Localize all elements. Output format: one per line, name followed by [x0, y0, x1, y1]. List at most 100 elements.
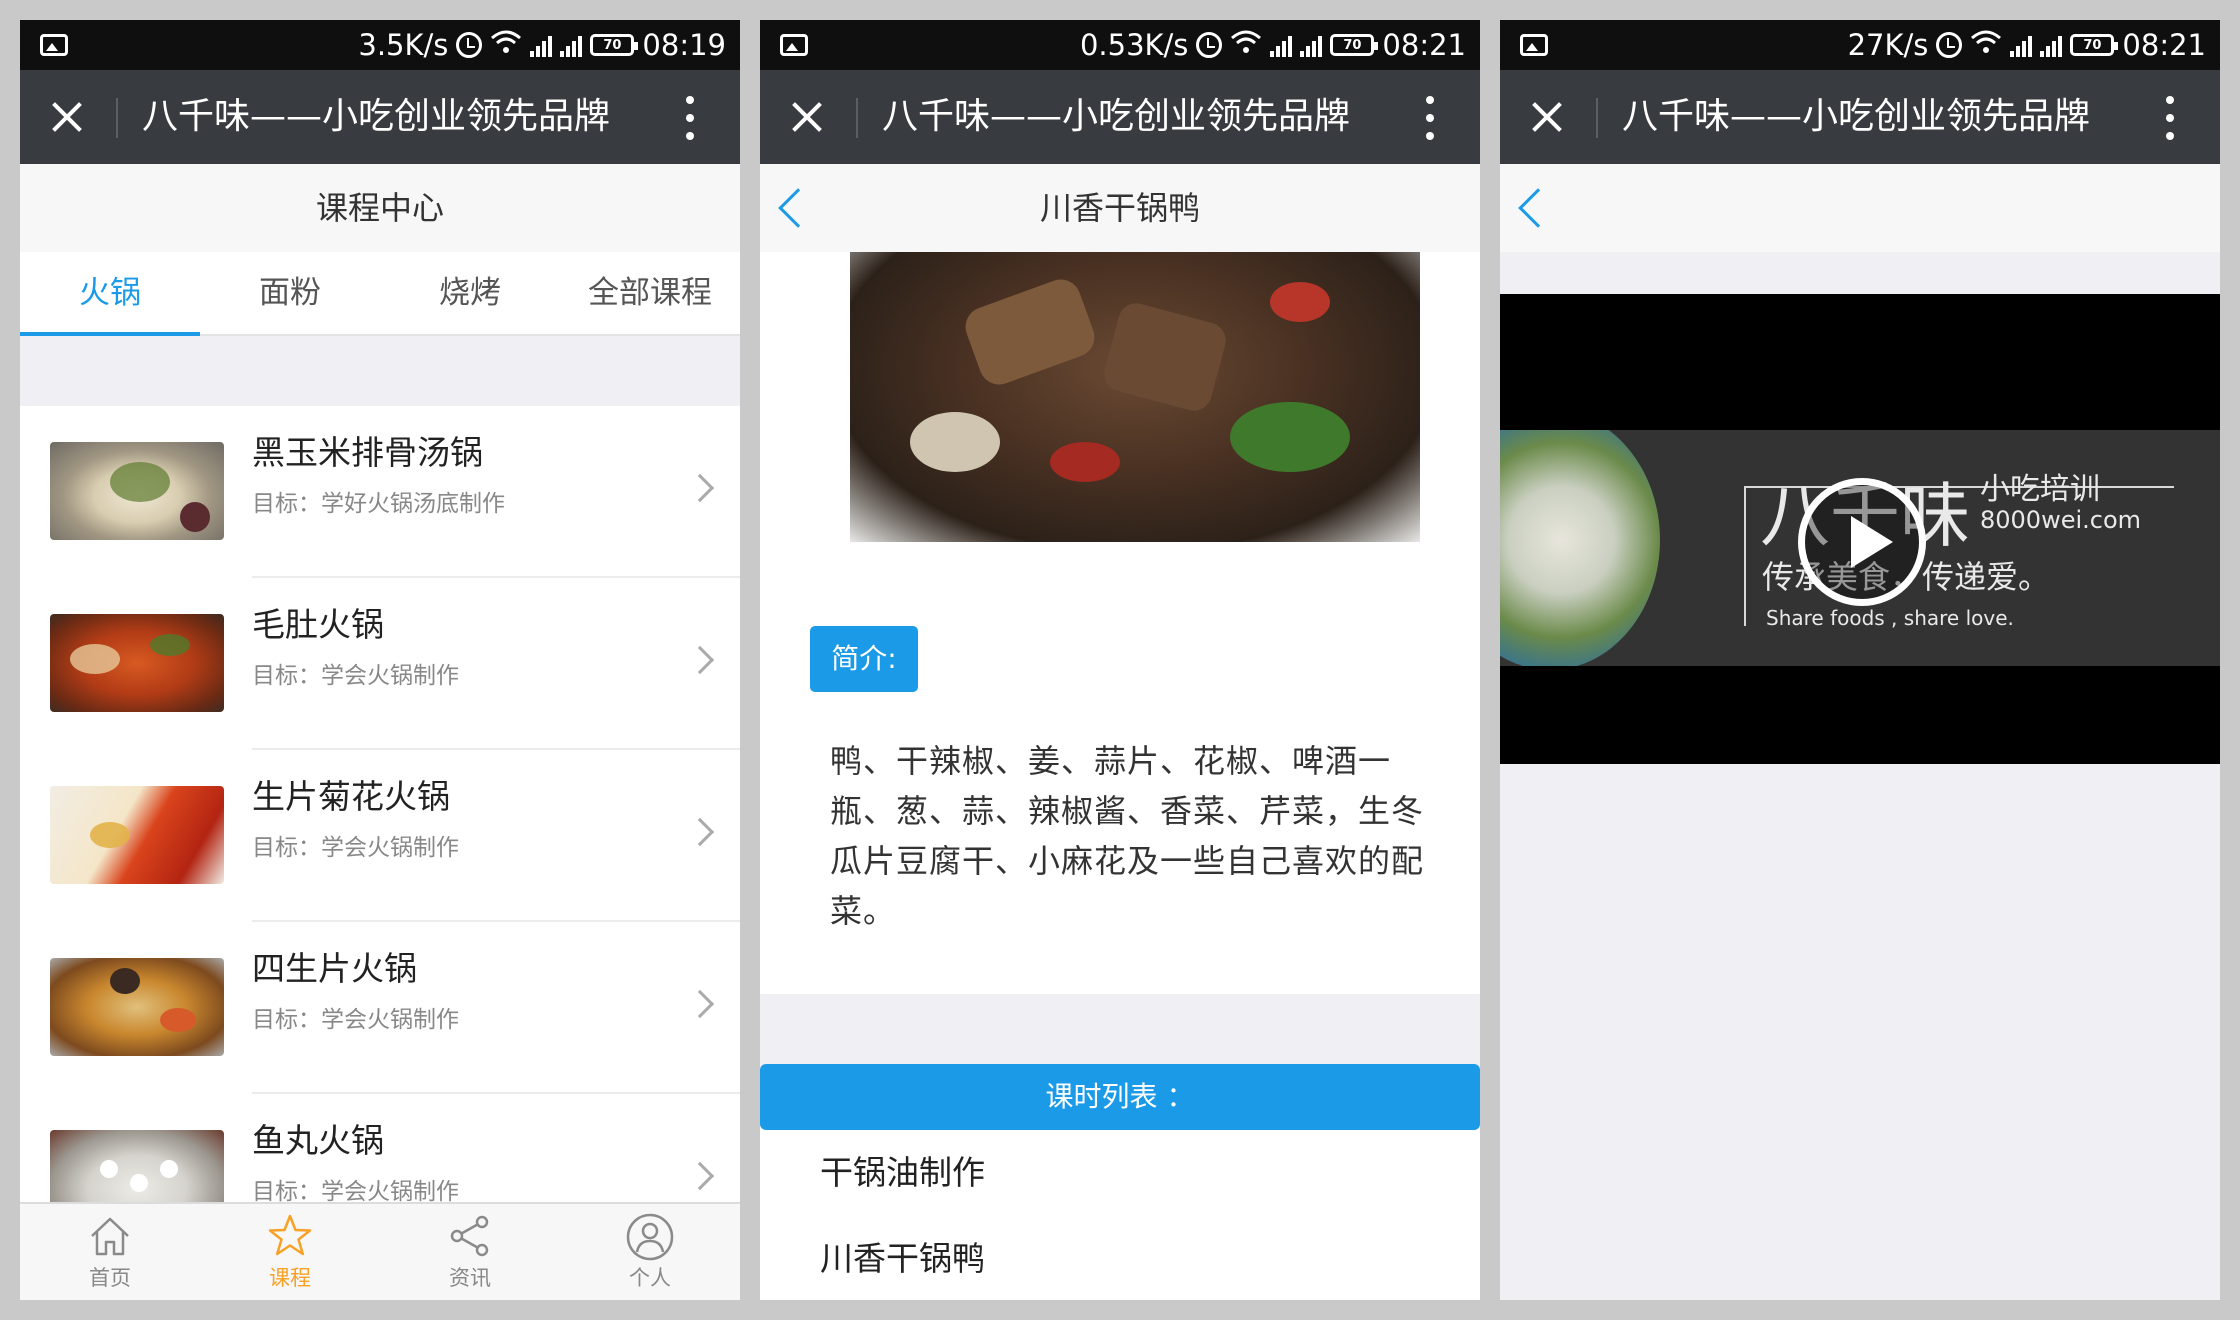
chevron-right-icon: [685, 473, 715, 503]
course-list: 黑玉米排骨汤锅 目标：学好火锅汤底制作 毛肚火锅 目标：学会火锅制作 生片菊花火…: [20, 406, 740, 1266]
close-icon[interactable]: [48, 98, 86, 136]
close-icon[interactable]: [788, 98, 826, 136]
course-thumbnail: [50, 958, 224, 1056]
bottom-navigation: 首页 课程 资讯 个人: [20, 1202, 740, 1300]
food-plate-image: [1500, 430, 1660, 666]
course-goal: 目标：学会火锅制作: [252, 835, 459, 861]
wifi-icon: [490, 28, 522, 62]
list-item[interactable]: 毛肚火锅 目标：学会火锅制作: [20, 578, 740, 750]
status-bar: 27K/s 70 08:21: [1500, 20, 2220, 70]
share-icon: [450, 1215, 489, 1257]
list-item[interactable]: 生片菊花火锅 目标：学会火锅制作: [20, 750, 740, 922]
network-speed: 0.53K/s: [1079, 28, 1189, 62]
status-bar: 0.53K/s 70 08:21: [760, 20, 1480, 70]
alarm-icon: [1196, 32, 1223, 58]
back-arrow-icon[interactable]: [1518, 188, 1558, 228]
lesson-item[interactable]: 干锅油制作: [820, 1148, 985, 1198]
phone-screen-video-player: 27K/s 70 08:21 八千味——小吃创业领先品牌 八千味 小吃培训 80…: [1500, 20, 2220, 1300]
nav-courses[interactable]: 课程: [200, 1204, 380, 1300]
nav-courses-label: 课程: [269, 1266, 311, 1290]
course-thumbnail: [50, 614, 224, 712]
close-icon[interactable]: [1528, 98, 1566, 136]
page-header: [1500, 164, 2220, 252]
signal-icon-2: [1300, 33, 1323, 57]
intro-label: 简介:: [810, 626, 918, 692]
app-title: 八千味——小吃创业领先品牌: [882, 96, 1351, 137]
lesson-list-header: 课时列表 ：: [760, 1064, 1480, 1130]
status-bar: 3.5K/s 70 08:19: [20, 20, 740, 70]
app-title-bar: 八千味——小吃创业领先品牌: [20, 70, 740, 164]
course-goal: 目标：学会火锅制作: [252, 1007, 459, 1033]
title-divider: [1596, 98, 1598, 138]
alarm-icon: [1936, 32, 1963, 58]
clock: 08:19: [642, 28, 726, 62]
battery-icon: 70: [590, 34, 639, 56]
clock: 08:21: [1382, 28, 1466, 62]
phone-screen-course-detail: 0.53K/s 70 08:21 八千味——小吃创业领先品牌 川香干锅鸭 简介:…: [760, 20, 1480, 1300]
nav-news-label: 资讯: [449, 1266, 491, 1290]
clock: 08:21: [2122, 28, 2206, 62]
alarm-icon: [456, 32, 483, 58]
page-title: 课程中心: [20, 164, 740, 252]
course-title: 生片菊花火锅: [252, 777, 450, 816]
battery-level: 70: [2083, 37, 2102, 53]
wifi-icon: [1970, 28, 2002, 62]
course-title: 四生片火锅: [252, 949, 417, 988]
star-icon: [268, 1214, 312, 1256]
nav-home[interactable]: 首页: [20, 1204, 200, 1300]
category-tabs: 火锅 面粉 烧烤 全部课程: [20, 252, 740, 336]
dish-photo: [850, 252, 1420, 542]
battery-icon: 70: [2070, 34, 2119, 56]
picture-notification-icon: [780, 34, 808, 56]
lesson-item[interactable]: 川香干锅鸭: [820, 1234, 985, 1284]
chevron-right-icon: [685, 645, 715, 675]
app-title: 八千味——小吃创业领先品牌: [1622, 96, 2091, 137]
page-title: 川香干锅鸭: [1039, 189, 1200, 227]
page-header: 川香干锅鸭: [760, 164, 1480, 252]
signal-icon-2: [560, 33, 583, 57]
nav-news[interactable]: 资讯: [380, 1204, 560, 1300]
course-thumbnail: [50, 786, 224, 884]
tab-noodles[interactable]: 面粉: [200, 252, 380, 334]
chevron-right-icon: [685, 989, 715, 1019]
list-item[interactable]: 黑玉米排骨汤锅 目标：学好火锅汤底制作: [20, 406, 740, 578]
more-menu-icon[interactable]: [686, 96, 694, 140]
chevron-right-icon: [685, 817, 715, 847]
network-speed: 27K/s: [1847, 28, 1929, 62]
picture-notification-icon: [1520, 34, 1548, 56]
course-goal: 目标：学好火锅汤底制作: [252, 491, 505, 517]
course-thumbnail: [50, 442, 224, 540]
tab-barbecue[interactable]: 烧烤: [380, 252, 560, 334]
list-item[interactable]: 四生片火锅 目标：学会火锅制作: [20, 922, 740, 1094]
more-menu-icon[interactable]: [1426, 96, 1434, 140]
more-menu-icon[interactable]: [2166, 96, 2174, 140]
home-icon: [91, 1217, 129, 1256]
battery-icon: 70: [1330, 34, 1379, 56]
tab-hotpot[interactable]: 火锅: [20, 252, 200, 336]
section-gap: [20, 336, 740, 406]
picture-notification-icon: [40, 34, 68, 56]
video-slogan-english: Share foods , share love.: [1766, 606, 2014, 630]
back-arrow-icon[interactable]: [778, 188, 818, 228]
nav-profile-label: 个人: [629, 1266, 671, 1290]
wifi-icon: [1230, 28, 1262, 62]
nav-profile[interactable]: 个人: [560, 1204, 740, 1300]
phone-screen-course-center: 3.5K/s 70 08:19 八千味——小吃创业领先品牌 课程中心 火锅 面粉…: [20, 20, 740, 1300]
course-title: 鱼丸火锅: [252, 1121, 384, 1160]
signal-icon: [1270, 33, 1293, 57]
course-title: 黑玉米排骨汤锅: [252, 433, 483, 472]
title-divider: [116, 98, 118, 138]
app-title: 八千味——小吃创业领先品牌: [142, 96, 611, 137]
intro-text: 鸭、干辣椒、姜、蒜片、花椒、啤酒一瓶、葱、蒜、辣椒酱、香菜、芹菜，生冬瓜片豆腐干…: [830, 742, 1425, 930]
course-title: 毛肚火锅: [252, 605, 384, 644]
tab-all-courses[interactable]: 全部课程: [560, 252, 740, 334]
play-icon[interactable]: [1798, 478, 1926, 606]
signal-icon: [2010, 33, 2033, 57]
nav-home-label: 首页: [89, 1266, 131, 1290]
video-url: 8000wei.com: [1980, 506, 2142, 534]
battery-level: 70: [1343, 37, 1362, 53]
app-title-bar: 八千味——小吃创业领先品牌: [1500, 70, 2220, 164]
signal-icon: [530, 33, 553, 57]
person-icon: [626, 1213, 674, 1261]
video-tagline: 小吃培训: [1980, 472, 2100, 507]
